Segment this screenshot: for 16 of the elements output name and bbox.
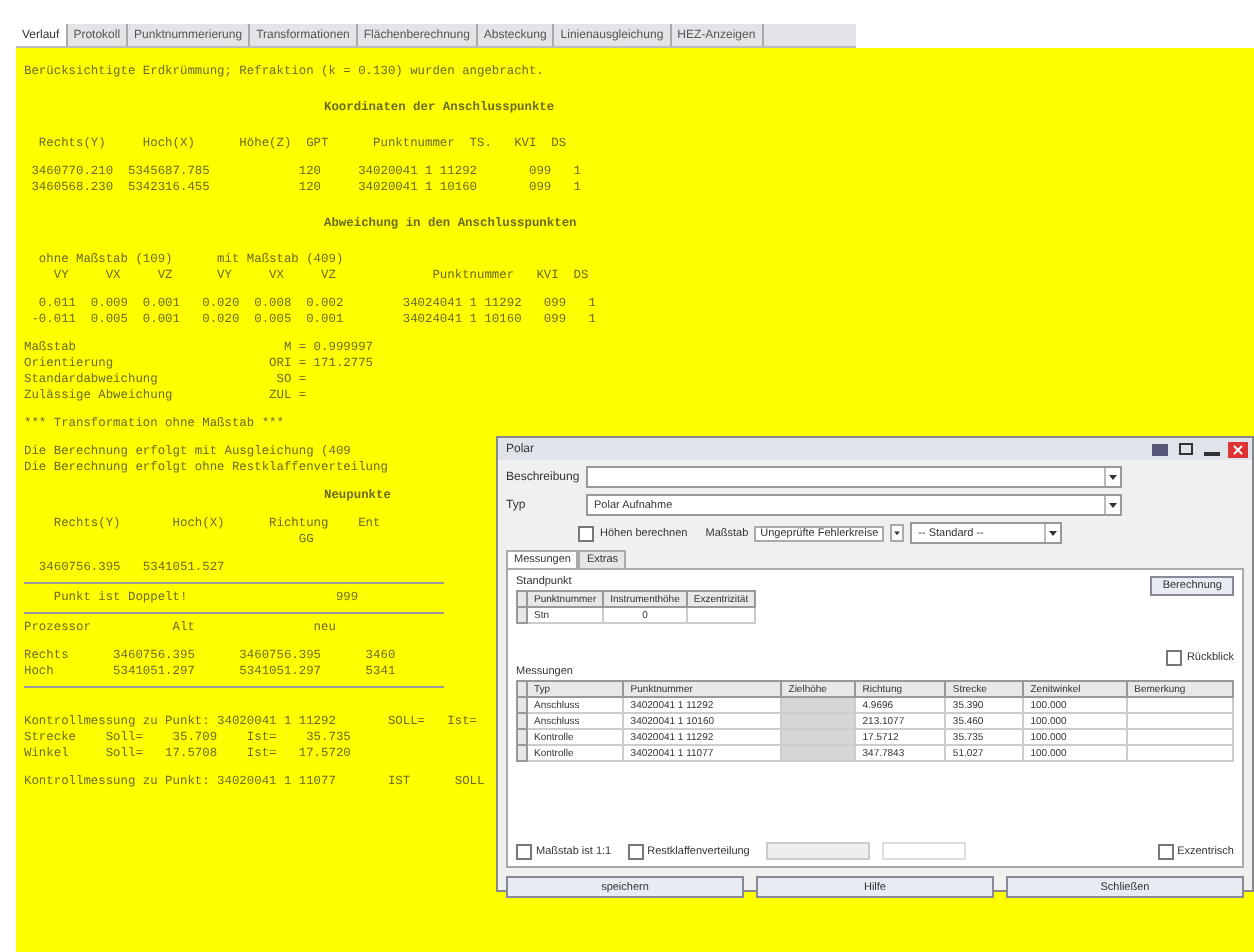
description-field[interactable]: [586, 466, 1122, 488]
restore-icon[interactable]: [1176, 441, 1196, 457]
checkbox[interactable]: [627, 843, 644, 859]
checkbox[interactable]: [516, 843, 532, 859]
caret-icon: [1104, 496, 1120, 514]
caret-icon[interactable]: [890, 524, 905, 542]
checkbox[interactable]: [1157, 843, 1174, 859]
caret-icon: [1044, 524, 1061, 542]
window-icon[interactable]: [1150, 441, 1170, 457]
input-field[interactable]: [881, 842, 966, 860]
table-cell: [686, 607, 756, 623]
caret-icon: [1104, 468, 1120, 486]
close-icon[interactable]: [1228, 441, 1248, 457]
input-field[interactable]: [765, 842, 870, 860]
checkbox[interactable]: [578, 525, 594, 541]
checkbox[interactable]: [1166, 650, 1183, 666]
